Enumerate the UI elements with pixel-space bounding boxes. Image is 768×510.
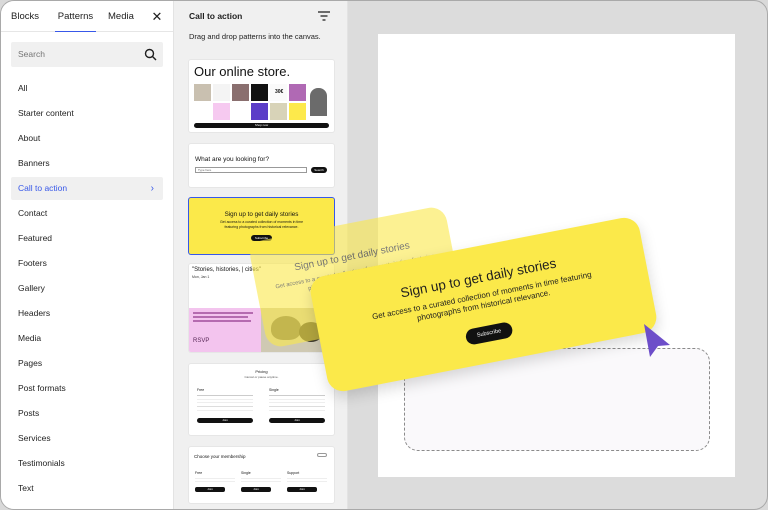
pattern-card-pricing[interactable]: Pricing Cancel or pause anytime. Free Si… bbox=[189, 364, 334, 435]
category-services[interactable]: Services bbox=[11, 427, 163, 450]
rsvp-label: RSVP bbox=[193, 338, 210, 344]
close-icon[interactable]: ✕ bbox=[149, 1, 165, 32]
pattern-heading: Our online store. bbox=[194, 64, 291, 79]
tab-patterns[interactable]: Patterns bbox=[55, 1, 96, 32]
block-inserter-sidebar: Blocks Patterns Media ✕ Search All Start… bbox=[1, 1, 174, 509]
search-input[interactable]: Search bbox=[11, 42, 163, 67]
pattern-card-membership[interactable]: Choose your membership Free Single Suppo… bbox=[189, 447, 334, 503]
plan-name: Free bbox=[197, 388, 205, 392]
search-field-preview: Type here bbox=[195, 167, 307, 173]
category-about[interactable]: About bbox=[11, 127, 163, 150]
panel-hint: Drag and drop patterns into the canvas. bbox=[189, 32, 321, 41]
category-contact[interactable]: Contact bbox=[11, 202, 163, 225]
event-date: Mon, Jan 1 bbox=[192, 275, 210, 279]
search-placeholder: Search bbox=[18, 49, 45, 59]
panel-title: Call to action bbox=[189, 11, 243, 21]
category-post-formats[interactable]: Post formats bbox=[11, 377, 163, 400]
pattern-text: Get access to a curated collection of mo… bbox=[219, 220, 304, 229]
category-headers[interactable]: Headers bbox=[11, 302, 163, 325]
category-posts[interactable]: Posts bbox=[11, 402, 163, 425]
price-label: 30€ bbox=[275, 89, 284, 95]
pattern-card-store[interactable]: Our online store. 30€ Shop now bbox=[189, 60, 334, 132]
chevron-right-icon: › bbox=[150, 183, 154, 194]
pattern-heading: "Stories, histories, | cities" bbox=[192, 267, 261, 273]
category-starter-content[interactable]: Starter content bbox=[11, 102, 163, 125]
join-button-preview: Join bbox=[197, 418, 253, 423]
plan-name: Support bbox=[287, 471, 300, 475]
category-pages[interactable]: Pages bbox=[11, 352, 163, 375]
inserter-tabs: Blocks Patterns Media ✕ bbox=[1, 1, 173, 32]
pattern-heading: Choose your membership bbox=[194, 454, 246, 459]
product-grid: 30€ bbox=[194, 84, 329, 120]
category-gallery[interactable]: Gallery bbox=[11, 277, 163, 300]
category-text[interactable]: Text bbox=[11, 477, 163, 500]
tab-blocks[interactable]: Blocks bbox=[11, 1, 39, 32]
category-footers[interactable]: Footers bbox=[11, 252, 163, 275]
plan-name: Single bbox=[241, 471, 251, 475]
category-media[interactable]: Media bbox=[11, 327, 163, 350]
search-icon[interactable] bbox=[144, 48, 157, 61]
search-button-preview: Search bbox=[311, 167, 327, 173]
pattern-heading: Pricing bbox=[255, 369, 268, 374]
drag-cursor-icon bbox=[644, 324, 670, 357]
tab-media[interactable]: Media bbox=[108, 1, 134, 32]
category-all[interactable]: All bbox=[11, 77, 163, 100]
category-call-to-action[interactable]: Call to action › bbox=[11, 177, 163, 200]
category-label: Call to action bbox=[18, 183, 68, 193]
category-testimonials[interactable]: Testimonials bbox=[11, 452, 163, 475]
app-window: Blocks Patterns Media ✕ Search All Start… bbox=[0, 0, 768, 510]
plan-name: Single bbox=[269, 388, 279, 392]
shop-now-button: Shop now bbox=[194, 123, 329, 128]
join-button-preview: Join bbox=[269, 418, 325, 423]
filter-icon[interactable] bbox=[318, 11, 330, 21]
pattern-heading: Sign up to get daily stories bbox=[224, 211, 299, 218]
category-banners[interactable]: Banners bbox=[11, 152, 163, 175]
join-button-preview: Join bbox=[287, 487, 317, 492]
subscribe-button: Subscribe bbox=[464, 321, 514, 346]
join-button-preview: Join bbox=[195, 487, 225, 492]
event-panel: RSVP bbox=[189, 308, 261, 352]
pattern-card-search[interactable]: What are you looking for? Type here Sear… bbox=[189, 144, 334, 187]
pattern-heading: What are you looking for? bbox=[195, 156, 270, 163]
pricing-sub: Cancel or pause anytime. bbox=[244, 375, 279, 379]
category-featured[interactable]: Featured bbox=[11, 227, 163, 250]
plan-name: Free bbox=[195, 471, 203, 475]
join-button-preview: Join bbox=[241, 487, 271, 492]
